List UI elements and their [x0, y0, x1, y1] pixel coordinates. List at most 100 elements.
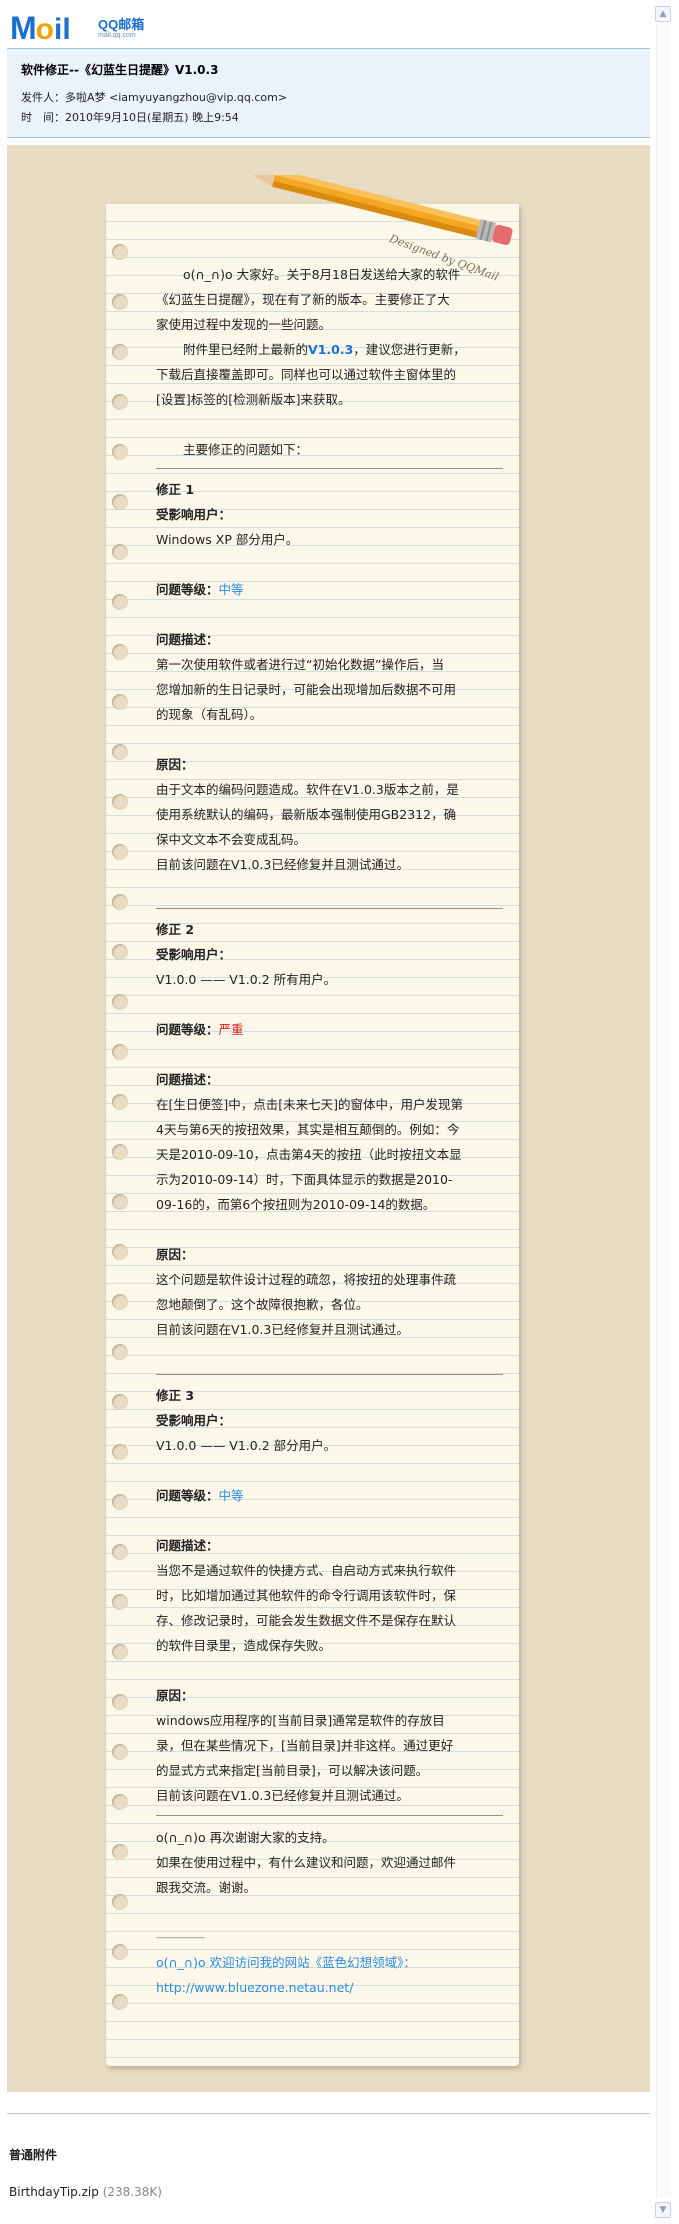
binder-hole — [112, 1144, 128, 1160]
issue-level-value: 中等 — [218, 1488, 244, 1503]
issue-desc-line: 示为2010-09-14）时，下面具体显示的数据是2010- — [156, 1172, 453, 1187]
binder-hole — [112, 944, 128, 960]
binder-hole — [112, 1294, 128, 1310]
issue-desc-line: 第一次使用软件或者进行过“初始化数据”操作后，当 — [156, 657, 444, 672]
binder-hole — [112, 994, 128, 1010]
scroll-down-icon[interactable]: ▼ — [655, 2202, 671, 2218]
binder-hole — [112, 844, 128, 860]
issue-level-label: 问题等级： — [156, 582, 219, 597]
attachment-item[interactable]: BirthdayTip.zip (238.38K) — [9, 2185, 162, 2199]
mail-subject: 软件修正--《幻蓝生日提醒》V1.0.3 — [21, 63, 219, 77]
fix-title: 修正 3 — [156, 1388, 195, 1403]
divider — [156, 1374, 503, 1375]
binder-hole — [112, 1944, 128, 1960]
issue-level: 问题等级：中等 — [156, 1488, 244, 1504]
issue-desc-line: 当您不是通过软件的快捷方式、自启动方式来执行软件 — [156, 1563, 457, 1578]
fix-title: 修正 1 — [156, 482, 195, 497]
cause-label: 原因： — [156, 1247, 194, 1262]
mail-sender[interactable]: 发件人：多啦A梦 <iamyuyangzhou@vip.qq.com> — [21, 89, 287, 105]
binder-hole — [112, 644, 128, 660]
attachment-size: (238.38K) — [102, 2185, 162, 2199]
binder-hole — [112, 1644, 128, 1660]
scrollbar[interactable] — [656, 24, 671, 2198]
cause-line: 保中文文本不会变成乱码。 — [156, 832, 307, 847]
affected-users-label: 受影响用户： — [156, 947, 232, 962]
binder-hole — [112, 1894, 128, 1910]
binder-hole — [112, 894, 128, 910]
cause-line: 录，但在某些情况下，[当前目录]并非这样。通过更好 — [156, 1738, 454, 1753]
binder-hole — [112, 744, 128, 760]
issue-desc-line: 天是2010-09-10，点击第4天的按扭（此时按扭文本显 — [156, 1147, 462, 1162]
main-issues-heading: 主要修正的问题如下： — [183, 442, 309, 457]
divider — [7, 2113, 650, 2114]
divider — [156, 908, 503, 909]
issue-desc-line: 的现象（有乱码）。 — [156, 707, 263, 722]
cause-line: 目前该问题在V1.0.3已经修复并且测试通过。 — [156, 1322, 409, 1337]
affected-users-label: 受影响用户： — [156, 507, 232, 522]
affected-users: V1.0.0 —— V1.0.2 部分用户。 — [156, 1438, 337, 1453]
binder-hole — [112, 1694, 128, 1710]
binder-hole — [112, 244, 128, 260]
signature-line: —————— — [156, 1933, 205, 1943]
issue-desc-label: 问题描述： — [156, 1538, 219, 1553]
mail-time: 时 间：2010年9月10日(星期五) 晚上9:54 — [21, 111, 239, 124]
binder-hole — [112, 1494, 128, 1510]
cause-line: 这个问题是软件设计过程的疏忽，将按扭的处理事件疏 — [156, 1272, 457, 1287]
mail-header: 软件修正--《幻蓝生日提醒》V1.0.3 发件人：多啦A梦 <iamyuyang… — [7, 48, 650, 138]
binder-hole — [112, 594, 128, 610]
divider — [156, 1815, 503, 1816]
binder-hole — [112, 694, 128, 710]
binder-hole — [112, 1544, 128, 1560]
issue-desc-line: 时，比如增加通过其他软件的命令行调用该软件时，保 — [156, 1588, 457, 1603]
issue-desc-line: 4天与第6天的按扭效果，其实是相互颠倒的。例如：今 — [156, 1122, 460, 1137]
issue-level-value: 严重 — [218, 1022, 244, 1037]
top-bar: Moil QQ邮箱 mail.qq.com — [0, 0, 679, 48]
scroll-up-icon[interactable]: ▲ — [655, 6, 671, 22]
contact-line: 如果在使用过程中，有什么建议和问题，欢迎通过邮件 — [156, 1855, 457, 1870]
intro-line-2: 《幻蓝生日提醒》，现在有了新的版本。主要修正了大 — [156, 292, 450, 307]
binder-hole — [112, 794, 128, 810]
binder-hole — [112, 1744, 128, 1760]
intro-line-1: o(∩_∩)o 大家好。关于8月18日发送给大家的软件 — [183, 267, 461, 282]
binder-hole — [112, 1344, 128, 1360]
binder-hole — [112, 294, 128, 310]
website-link[interactable]: http://www.bluezone.netau.net/ — [156, 1980, 353, 1996]
cause-line: windows应用程序的[当前目录]通常是软件的存放目 — [156, 1713, 445, 1728]
binder-hole — [112, 1844, 128, 1860]
cause-line: 忽地颠倒了。这个故障很抱歉，各位。 — [156, 1297, 369, 1312]
intro-line-3: 家使用过程中发现的一些问题。 — [156, 317, 332, 332]
issue-desc-line: 存、修改记录时，可能会发生数据文件不是保存在默认 — [156, 1613, 457, 1628]
intro-line-5: 下载后直接覆盖即可。同样也可以通过软件主窗体里的 — [156, 367, 457, 382]
binder-hole — [112, 494, 128, 510]
attachment-name[interactable]: BirthdayTip.zip — [9, 2185, 99, 2199]
cause-line: 的显式方式来指定[当前目录]，可以解决该问题。 — [156, 1763, 429, 1778]
binder-hole — [112, 344, 128, 360]
binder-hole — [112, 544, 128, 560]
issue-desc-line: 09-16的，而第6个按扭则为2010-09-14的数据。 — [156, 1197, 436, 1212]
issue-desc-line: 您增加新的生日记录时，可能会出现增加后数据不可用 — [156, 682, 457, 697]
thanks-line: o(∩_∩)o 再次谢谢大家的支持。 — [156, 1830, 335, 1845]
affected-users: V1.0.0 —— V1.0.2 所有用户。 — [156, 972, 337, 987]
binder-hole — [112, 1994, 128, 2010]
binder-hole — [112, 1044, 128, 1060]
logo-domain: mail.qq.com — [98, 32, 136, 39]
version-highlight: V1.0.3 — [308, 342, 354, 357]
issue-level-value: 中等 — [218, 582, 244, 597]
intro-text: 附件里已经附上最新的 — [183, 342, 309, 357]
issue-desc-line: 的软件目录里，造成保存失败。 — [156, 1638, 332, 1653]
issue-level-label: 问题等级： — [156, 1022, 219, 1037]
cause-line: 目前该问题在V1.0.3已经修复并且测试通过。 — [156, 1788, 409, 1803]
qqmail-logo[interactable]: Moil QQ邮箱 mail.qq.com — [10, 10, 144, 46]
logo-brand: QQ邮箱 — [98, 17, 145, 32]
intro-text-2: ，建议您进行更新， — [353, 342, 466, 357]
website-text: o(∩_∩)o 欢迎访问我的网站《蓝色幻想领域》： — [156, 1955, 416, 1970]
cause-label: 原因： — [156, 1688, 194, 1703]
binder-hole — [112, 1244, 128, 1260]
issue-desc-label: 问题描述： — [156, 1072, 219, 1087]
binder-hole — [112, 1394, 128, 1410]
affected-users-label: 受影响用户： — [156, 1413, 232, 1428]
intro-line-6: [设置]标签的[检测新版本]来获取。 — [156, 392, 351, 407]
binder-hole — [112, 1444, 128, 1460]
logo-letters-il: il — [53, 13, 71, 46]
binder-hole — [112, 1194, 128, 1210]
